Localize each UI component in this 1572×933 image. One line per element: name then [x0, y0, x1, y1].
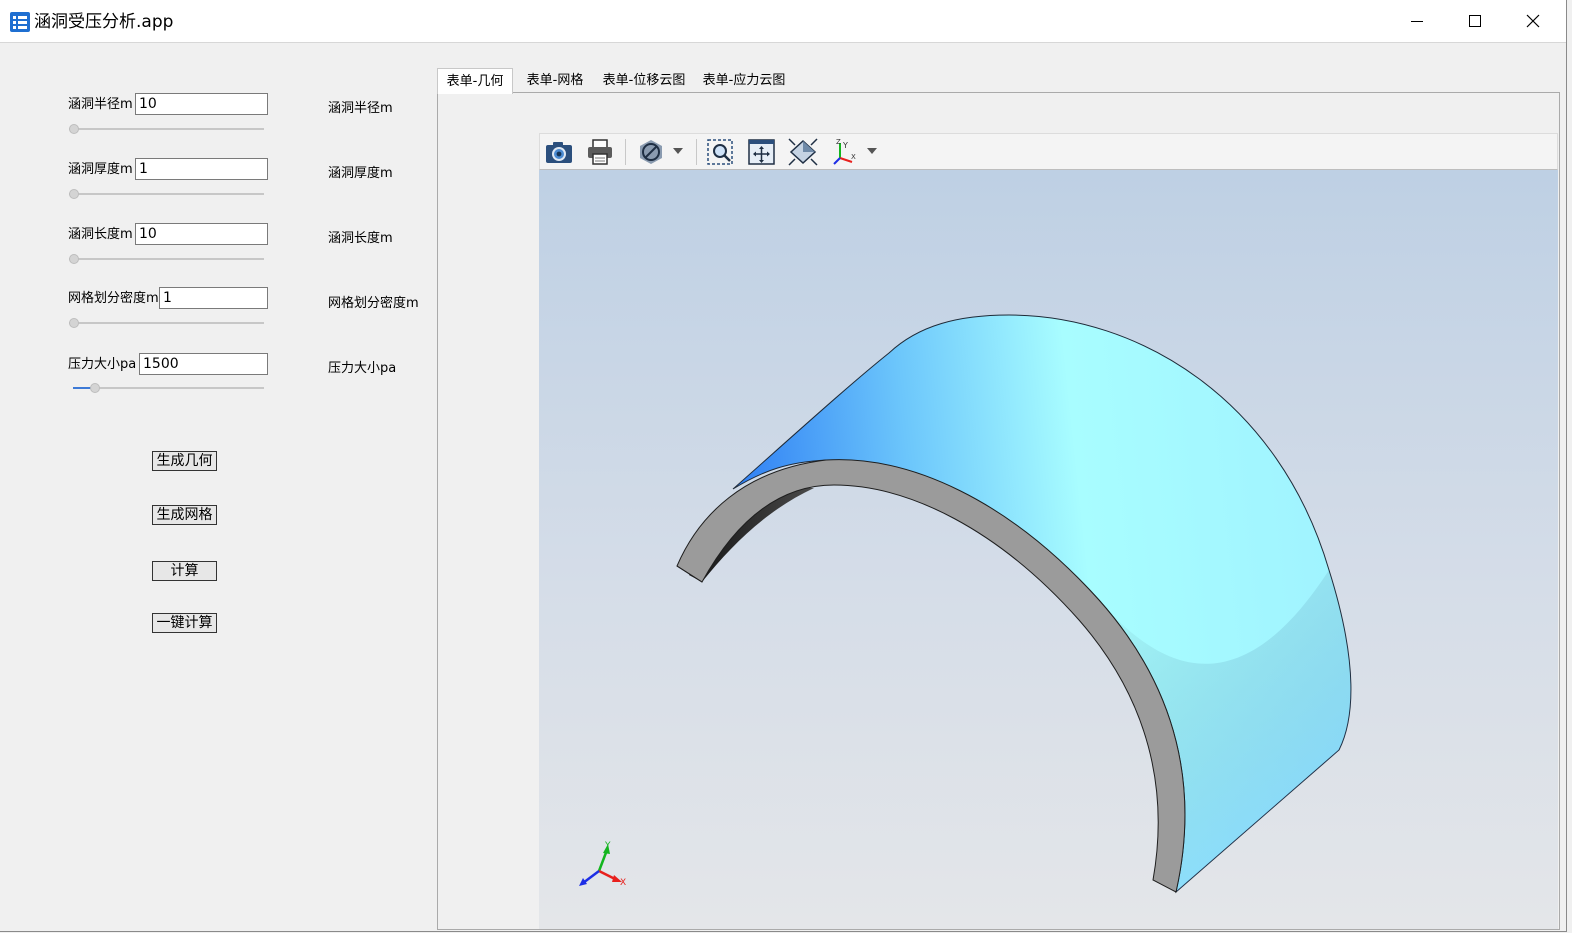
maximize-icon	[1469, 15, 1481, 27]
app-window: 涵洞受压分析.app 涵洞半径m 涵洞半径m 涵洞厚度m 涵洞厚度m 涵洞长度m	[0, 0, 1567, 932]
slider-thumb[interactable]	[69, 124, 79, 134]
thickness-slider[interactable]	[69, 188, 264, 200]
axes-orientation-button[interactable]: Y Z X	[828, 136, 862, 168]
mesh-density-slider[interactable]	[69, 317, 264, 329]
app-icon	[10, 12, 30, 32]
tab-stress[interactable]: 表单-应力云图	[697, 68, 791, 93]
thickness-label: 涵洞厚度m	[68, 162, 133, 177]
minimize-button[interactable]	[1388, 0, 1446, 42]
pressure-readout: 压力大小pa	[328, 361, 397, 376]
zoom-box-button[interactable]	[704, 136, 738, 168]
minimize-icon	[1411, 21, 1423, 22]
compute-button[interactable]: 计算	[152, 561, 217, 581]
length-readout: 涵洞长度m	[328, 231, 393, 246]
thickness-input[interactable]	[135, 158, 268, 180]
generate-geometry-button[interactable]: 生成几何	[152, 451, 217, 471]
length-input[interactable]	[135, 223, 268, 245]
axis-y-label: Y	[604, 841, 611, 851]
pan-icon	[748, 139, 775, 165]
slider-thumb[interactable]	[69, 318, 79, 328]
mesh-density-readout: 网格划分密度m	[328, 296, 419, 311]
radius-label: 涵洞半径m	[68, 97, 133, 112]
toolbar-separator	[696, 139, 697, 165]
close-button[interactable]	[1504, 0, 1562, 42]
slider-thumb[interactable]	[69, 189, 79, 199]
radius-readout: 涵洞半径m	[328, 101, 393, 116]
pressure-slider[interactable]	[73, 382, 264, 394]
radius-slider[interactable]	[69, 123, 264, 135]
camera-icon	[546, 142, 572, 163]
tab-mesh[interactable]: 表单-网格	[517, 68, 593, 93]
axis-triad	[579, 844, 622, 886]
axes-orientation-icon: Y Z X	[833, 138, 856, 165]
mesh-density-input[interactable]	[159, 287, 268, 309]
length-label: 涵洞长度m	[68, 227, 133, 242]
svg-text:X: X	[851, 153, 856, 161]
chevron-down-icon[interactable]	[673, 148, 683, 154]
one-click-compute-button[interactable]: 一键计算	[152, 613, 217, 633]
fit-view-icon	[788, 138, 818, 166]
clip-plane-button[interactable]	[634, 136, 668, 168]
slider-track	[69, 322, 264, 324]
print-button[interactable]	[583, 136, 617, 168]
thickness-readout: 涵洞厚度m	[328, 166, 393, 181]
slider-track	[69, 193, 264, 195]
pressure-input[interactable]	[139, 353, 268, 375]
print-icon	[588, 139, 612, 165]
axis-x-label: X	[620, 878, 626, 888]
mesh-density-label: 网格划分密度m	[68, 291, 159, 306]
tab-displacement[interactable]: 表单-位移云图	[597, 68, 691, 93]
close-icon	[1526, 14, 1540, 28]
svg-text:Y: Y	[842, 141, 848, 150]
maximize-button[interactable]	[1446, 0, 1504, 42]
length-slider[interactable]	[69, 253, 264, 265]
toolbar-separator	[625, 139, 626, 165]
snapshot-button[interactable]	[542, 136, 576, 168]
generate-mesh-button[interactable]: 生成网格	[152, 505, 217, 525]
chevron-down-icon[interactable]	[867, 148, 877, 154]
slider-thumb[interactable]	[69, 254, 79, 264]
radius-input[interactable]	[135, 93, 268, 115]
pressure-label: 压力大小pa	[68, 357, 137, 372]
slider-track	[69, 258, 264, 260]
window-title: 涵洞受压分析.app	[34, 12, 174, 32]
clip-plane-icon	[640, 140, 662, 164]
3d-viewport[interactable]: Y X	[539, 170, 1558, 929]
pan-button[interactable]	[745, 136, 779, 168]
tab-geometry[interactable]: 表单-几何	[437, 68, 513, 94]
svg-text:Z: Z	[836, 138, 841, 146]
viewer-toolbar: Y Z X	[539, 133, 1558, 170]
slider-thumb[interactable]	[90, 383, 100, 393]
title-bar: 涵洞受压分析.app	[0, 0, 1566, 43]
culvert-model: Y X	[579, 314, 1352, 894]
slider-track	[73, 387, 264, 389]
zoom-box-icon	[707, 139, 733, 165]
fit-view-button[interactable]	[786, 136, 820, 168]
slider-track	[69, 128, 264, 130]
